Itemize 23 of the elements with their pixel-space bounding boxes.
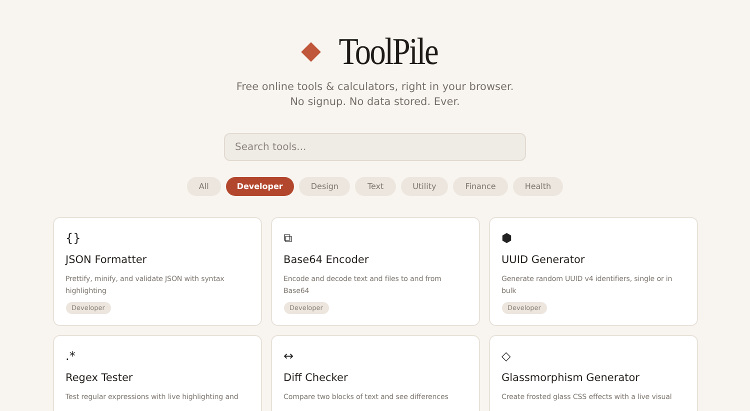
tool-title: Base64 Encoder [284, 254, 369, 266]
filter-chip[interactable]: Finance [453, 177, 508, 196]
tool-icon: ◇ [502, 348, 511, 364]
tool-icon: ⬢ [502, 230, 512, 246]
filter-chip[interactable]: Text [355, 177, 396, 196]
filter-chip[interactable]: Utility [400, 177, 448, 196]
tool-icon: {} [66, 230, 81, 246]
tool-icon: ⧉ [284, 230, 292, 246]
tool-icon: ↔ [284, 348, 294, 364]
search-field[interactable]: Search tools... [224, 133, 526, 161]
tool-title: Glassmorphism Generator [502, 372, 640, 384]
filter-chip[interactable]: All [186, 177, 221, 196]
filter-chip[interactable]: Health [512, 177, 564, 196]
tagline: Free online tools & calculators, right in your browser. [236, 80, 514, 95]
tool-title: Diff Checker [284, 372, 348, 384]
logo-wordmark: ToolPile [338, 30, 438, 74]
filter-chip[interactable]: Design [298, 177, 350, 196]
tagline: No signup. No data stored. Ever. [290, 95, 460, 110]
filter-chip[interactable]: Developer [226, 177, 294, 196]
tool-title: JSON Formatter [66, 254, 147, 266]
tool-title: UUID Generator [502, 254, 585, 266]
tool-title: Regex Tester [66, 372, 133, 384]
tool-icon: .* [66, 348, 76, 364]
